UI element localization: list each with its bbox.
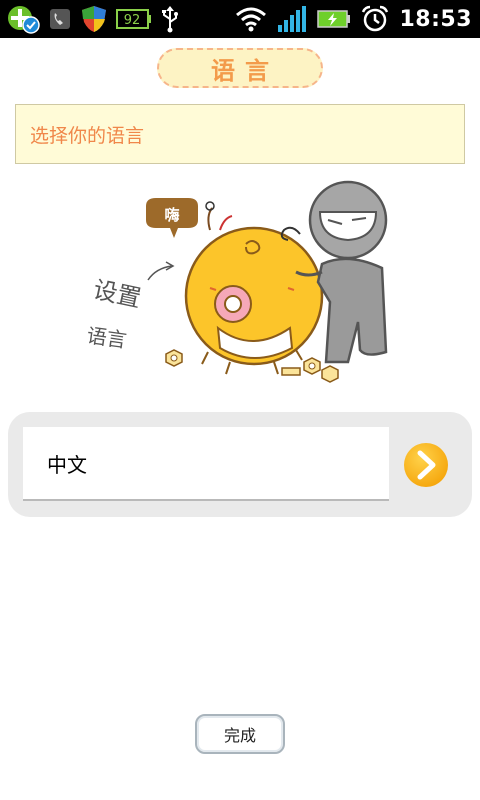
illustration-caption-settings: 设置: [91, 275, 144, 312]
speech-bubble-text: 嗨: [164, 206, 179, 224]
svg-text:92: 92: [124, 13, 141, 28]
next-language-button[interactable]: [403, 442, 449, 488]
language-hint-text: 选择你的语言: [30, 124, 145, 147]
signal-icon: [277, 5, 307, 33]
app-plus-check-icon: [6, 4, 40, 34]
chevron-right-icon: [404, 443, 448, 487]
usb-icon: [160, 5, 180, 33]
language-selector-panel: 中文: [8, 412, 472, 517]
shield-icon: [80, 4, 108, 34]
status-clock: 18:53: [399, 6, 472, 32]
yellow-ball-character: [184, 201, 324, 375]
page-title: 语言: [157, 48, 323, 88]
status-bar: 92 18:53: [0, 0, 480, 38]
done-button[interactable]: 完成: [195, 714, 285, 754]
speech-bubble: 嗨: [146, 198, 198, 238]
done-button-label: 完成: [223, 726, 256, 745]
language-hint: 选择你的语言: [15, 104, 465, 164]
wifi-icon: [235, 6, 267, 32]
alarm-icon: [361, 5, 389, 33]
language-select-field[interactable]: 中文: [23, 427, 389, 501]
battery-charging-icon: [317, 9, 351, 29]
illustration-caption-language: 语言: [85, 323, 128, 352]
selected-language: 中文: [47, 452, 87, 477]
battery-indicator-icon: 92: [116, 8, 152, 30]
phone-icon: [48, 7, 72, 31]
settings-language-illustration: 嗨 设置 语言: [85, 180, 388, 383]
